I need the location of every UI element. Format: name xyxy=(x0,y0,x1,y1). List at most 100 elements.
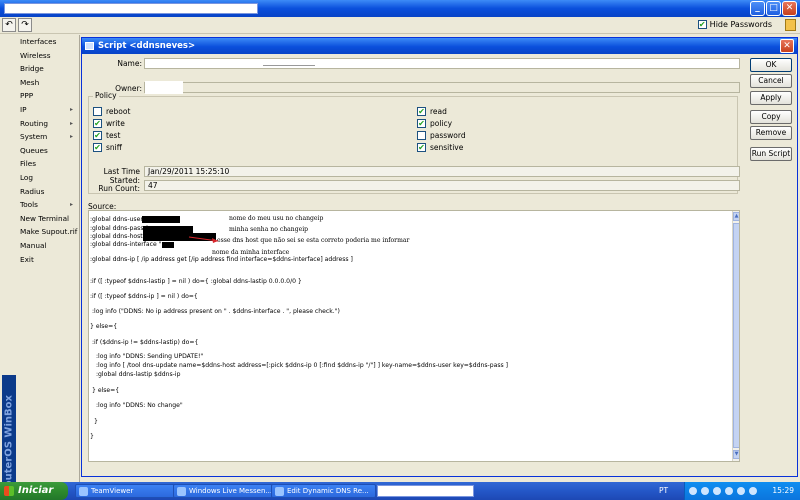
scroll-down-icon[interactable]: ▼ xyxy=(733,450,739,459)
policy-read-checkbox[interactable]: ✔ xyxy=(417,107,426,116)
menu-item-files[interactable]: Files xyxy=(0,157,79,171)
menu-item-wireless[interactable]: Wireless xyxy=(0,49,79,63)
start-button[interactable]: Iniciar xyxy=(0,482,68,500)
hide-passwords-checkbox[interactable]: ✔ xyxy=(697,20,707,29)
policy-test-checkbox[interactable]: ✔ xyxy=(93,131,102,140)
source-line: :global ddns-lastip $ddns-ip xyxy=(96,371,181,378)
menu-item-ip[interactable]: IP ▸ xyxy=(0,103,79,117)
annotation-user: nome do meu usu no changeip xyxy=(229,215,324,222)
source-line: :global ddns-host " xyxy=(90,233,148,240)
menu-item-label: Tools xyxy=(20,200,38,210)
menu-item-label: Radius xyxy=(20,186,45,196)
menu-item-tools[interactable]: Tools ▸ xyxy=(0,198,79,212)
tray-volume-icon[interactable] xyxy=(725,487,733,495)
scroll-up-icon[interactable]: ▲ xyxy=(733,212,739,221)
policy-sensitive-label: sensitive xyxy=(430,143,464,152)
policy-sensitive[interactable]: ✔ sensitive xyxy=(417,143,463,152)
apply-button[interactable]: Apply xyxy=(750,91,792,105)
script-window-close-button[interactable]: ✕ xyxy=(780,39,794,53)
source-line: :log info [ /tool dns-update name=$ddns-… xyxy=(96,362,509,369)
menu-item-bridge[interactable]: Bridge xyxy=(0,62,79,76)
last-time-started-field[interactable]: Jan/29/2011 15:25:10 xyxy=(144,166,740,177)
menu-item-interfaces[interactable]: Interfaces xyxy=(0,35,79,49)
policy-sniff-checkbox[interactable]: ✔ xyxy=(93,143,102,152)
source-editor[interactable]: }}:log info "DDNS: No change"} else={:gl… xyxy=(88,210,740,462)
menu-item-log[interactable]: Log xyxy=(0,171,79,185)
policy-test[interactable]: ✔ test xyxy=(93,131,120,140)
redaction-user xyxy=(142,216,180,223)
name-redaction-line xyxy=(263,65,315,66)
menu-item-label: Wireless xyxy=(20,50,51,60)
chevron-right-icon: ▸ xyxy=(69,119,73,127)
menu-item-make-supout-rif[interactable]: Make Supout.rif xyxy=(0,225,79,239)
taskbar-item-label: TeamViewer xyxy=(91,487,134,495)
menu-item-label: Log xyxy=(20,172,34,182)
language-indicator[interactable]: PT xyxy=(659,486,668,495)
app-icon xyxy=(275,487,284,496)
policy-sensitive-checkbox[interactable]: ✔ xyxy=(417,143,426,152)
script-window-title: Script <ddnsneves> ✕ xyxy=(82,38,797,54)
policy-password-checkbox[interactable] xyxy=(417,131,426,140)
remove-button[interactable]: Remove xyxy=(750,126,792,140)
redo-icon[interactable]: ↷ xyxy=(18,18,32,32)
script-window-title-text: Script <ddnsneves> xyxy=(98,41,196,51)
scroll-thumb[interactable] xyxy=(733,223,739,448)
policy-password[interactable]: password xyxy=(417,131,466,140)
source-line: :log info "DDNS: Sending UPDATE!" xyxy=(96,353,204,360)
taskbar-item[interactable]: TeamViewer xyxy=(75,484,180,498)
menu-item-radius[interactable]: Radius xyxy=(0,185,79,199)
annotation-host: esse dns host que não sei se esta corret… xyxy=(217,237,410,244)
menu-item-new-terminal[interactable]: New Terminal xyxy=(0,212,79,226)
cancel-button[interactable]: Cancel xyxy=(750,74,792,88)
menu-item-system[interactable]: System ▸ xyxy=(0,130,79,144)
policy-policy-checkbox[interactable]: ✔ xyxy=(417,119,426,128)
tray-network-icon[interactable] xyxy=(689,487,697,495)
chevron-right-icon: ▸ xyxy=(69,105,73,113)
minimize-button[interactable]: _ xyxy=(750,1,765,16)
source-scrollbar[interactable]: ▲ ▼ xyxy=(732,211,739,461)
tray-security-icon[interactable] xyxy=(713,487,721,495)
tray-update-icon[interactable] xyxy=(737,487,745,495)
name-field[interactable] xyxy=(144,58,740,69)
menu-item-routing[interactable]: Routing ▸ xyxy=(0,117,79,131)
menu-item-mesh[interactable]: Mesh xyxy=(0,76,79,90)
menu-item-label: System xyxy=(20,132,48,142)
source-line: :global ddns-ip [ /ip address get [/ip a… xyxy=(90,256,353,263)
policy-reboot-label: reboot xyxy=(106,107,131,116)
policy-read[interactable]: ✔ read xyxy=(417,107,447,116)
app-icon xyxy=(79,487,88,496)
chevron-right-icon: ▸ xyxy=(69,133,73,141)
menu-item-label: IP xyxy=(20,104,27,114)
undo-icon[interactable]: ↶ xyxy=(2,18,16,32)
menu-item-queues[interactable]: Queues xyxy=(0,144,79,158)
run-script-button[interactable]: Run Script xyxy=(750,147,792,161)
policy-test-label: test xyxy=(106,131,121,140)
policy-sniff[interactable]: ✔ sniff xyxy=(93,143,122,152)
chevron-right-icon: ▸ xyxy=(69,201,73,209)
policy-reboot-checkbox[interactable] xyxy=(93,107,102,116)
ok-button[interactable]: OK xyxy=(750,58,792,72)
taskbar-item[interactable]: Edit Dynamic DNS Re... xyxy=(271,484,376,498)
policy-write[interactable]: ✔ write xyxy=(93,119,125,128)
tray-teamviewer-icon[interactable] xyxy=(749,487,757,495)
policy-reboot[interactable]: reboot xyxy=(93,107,130,116)
annotation-interface: nome da minha interface xyxy=(212,249,290,256)
taskbar-redacted-field xyxy=(377,485,474,497)
taskbar-item-label: Edit Dynamic DNS Re... xyxy=(287,487,369,495)
policy-policy[interactable]: ✔ policy xyxy=(417,119,452,128)
windows-flag-icon xyxy=(4,486,14,496)
tray-messenger-icon[interactable] xyxy=(701,487,709,495)
copy-button[interactable]: Copy xyxy=(750,110,792,124)
run-count-field[interactable]: 47 xyxy=(144,180,740,191)
owner-field[interactable] xyxy=(144,81,740,94)
taskbar-item[interactable]: Windows Live Messen... xyxy=(173,484,278,498)
close-button[interactable]: ✕ xyxy=(782,1,797,16)
maximize-button[interactable]: □ xyxy=(766,1,781,16)
menu-item-label: Mesh xyxy=(20,77,40,87)
menu-item-exit[interactable]: Exit xyxy=(0,253,79,267)
hide-passwords-toggle[interactable]: ✔ Hide Passwords xyxy=(697,20,772,29)
policy-write-checkbox[interactable]: ✔ xyxy=(93,119,102,128)
menu-item-manual[interactable]: Manual xyxy=(0,239,79,253)
menu-item-ppp[interactable]: PPP xyxy=(0,89,79,103)
taskbar-clock: 15:29 xyxy=(772,486,794,495)
